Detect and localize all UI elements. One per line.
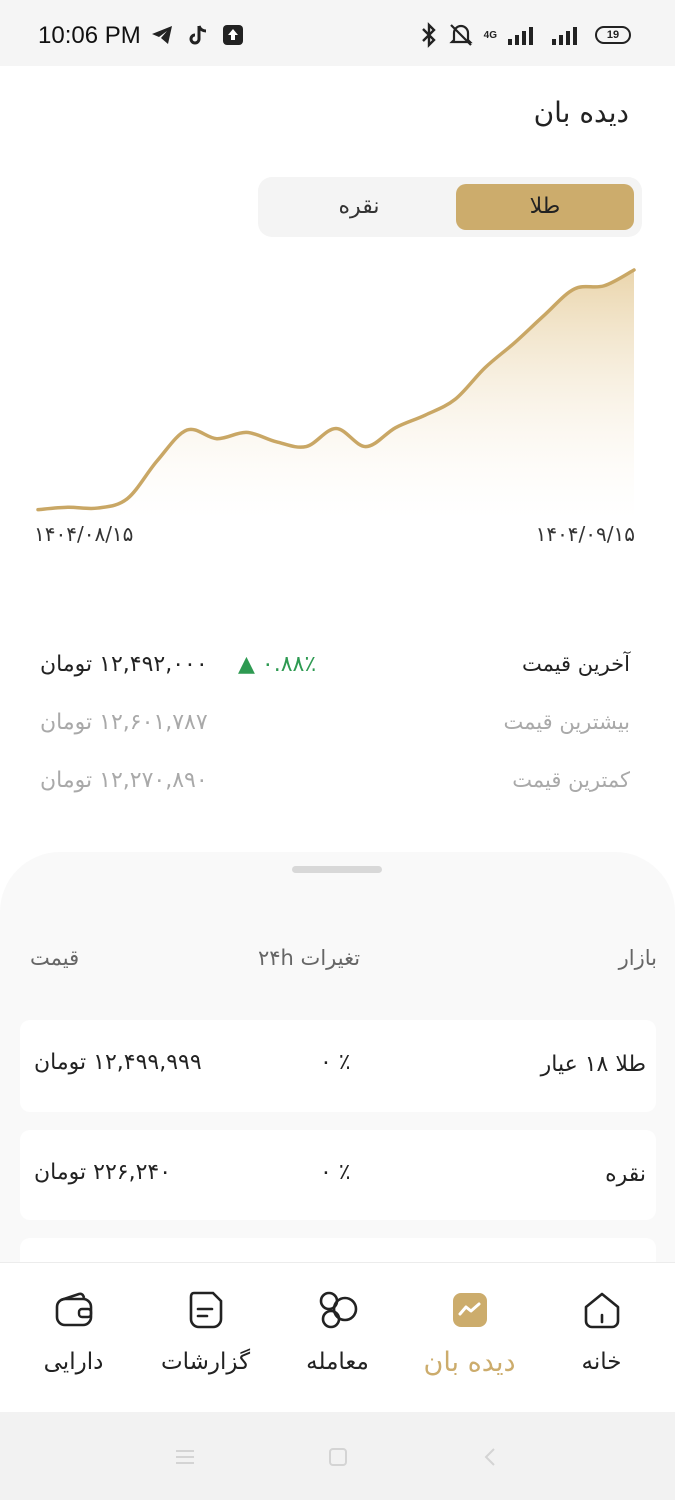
notification-icons [150,24,244,46]
high-price-row: بیشترین قیمت ۱۲,۶۰۱,۷۸۷ تومان [40,710,630,740]
nav-label-reports: گزارشات [160,1349,251,1375]
tab-silver[interactable]: نقره [270,184,448,230]
bottom-nav: دارایی گزارشات معامله دیده بان خانه [0,1262,675,1412]
market-row-name: نقره [605,1162,646,1187]
reports-icon [189,1291,223,1329]
metal-segment-control: نقره طلا [258,177,642,237]
high-price-value: ۱۲,۶۰۱,۷۸۷ تومان [40,710,208,735]
signal-icon [508,27,533,45]
wallet-icon [55,1292,93,1327]
nav-item-watchlist[interactable]: دیده بان [402,1263,537,1413]
sheet-handle[interactable] [292,866,382,873]
low-price-row: کمترین قیمت ۱۲,۲۷۰,۸۹۰ تومان [40,768,630,798]
telegram-icon [152,26,172,44]
tab-gold[interactable]: طلا [456,184,634,230]
low-price-value: ۱۲,۲۷۰,۸۹۰ تومان [40,768,208,793]
chart-end-date: ۱۴۰۴/۰۹/۱۵ [535,522,635,546]
nav-label-wallet: دارایی [43,1349,104,1375]
column-change: تغیرات ۲۴h [258,946,361,970]
nav-item-home[interactable]: خانه [534,1263,669,1413]
signal-icon-2 [552,27,577,45]
low-price-label: کمترین قیمت [512,768,630,792]
last-price-value: ۱۲,۴۹۲,۰۰۰ تومان [40,652,208,677]
nav-label-trade: معامله [306,1349,369,1375]
nav-item-trade[interactable]: معامله [270,1263,405,1413]
battery-icon: 19 [595,26,631,44]
status-bar: 10:06 PM 4G 19 [0,0,675,66]
network-type: 4G [483,29,497,41]
system-icons: 4G 19 [420,22,631,48]
chart-area [38,270,634,520]
recents-icon[interactable] [174,1448,196,1466]
home-icon [584,1292,620,1329]
market-row-gold[interactable]: طلا ۱۸ عیار ۰ ٪ ۱۲,۴۹۹,۹۹۹ تومان [20,1020,656,1112]
nav-item-reports[interactable]: گزارشات [138,1263,273,1413]
nav-label-home: خانه [581,1349,622,1375]
nav-label-watchlist: دیده بان [423,1347,516,1378]
market-row-price: ۱۲,۴۹۹,۹۹۹ تومان [34,1050,202,1075]
watchlist-icon [453,1293,487,1327]
upload-icon [223,25,243,45]
last-price-label: آخرین قیمت [521,652,630,676]
market-sheet: بازار تغیرات ۲۴h قیمت طلا ۱۸ عیار ۰ ٪ ۱۲… [0,852,675,1272]
chart-start-date: ۱۴۰۴/۰۸/۱۵ [34,522,134,546]
last-price-change: ▲ ۰.۸۸٪ [238,652,317,677]
muted-bell-icon [449,24,473,46]
market-row-change: ۰ ٪ [320,1050,351,1075]
nav-item-wallet[interactable]: دارایی [6,1263,141,1413]
price-chart [36,268,636,520]
market-row-silver[interactable]: نقره ۰ ٪ ۲۲۶,۲۴۰ تومان [20,1130,656,1220]
market-row-price: ۲۲۶,۲۴۰ تومان [34,1160,172,1185]
high-price-label: بیشترین قیمت [503,710,630,734]
bluetooth-icon [421,22,436,48]
tiktok-icon [189,25,207,45]
system-nav-bar [0,1412,675,1500]
market-row-change: ۰ ٪ [320,1160,351,1185]
column-market: بازار [618,946,657,970]
status-time: 10:06 PM [38,22,141,49]
home-button-icon[interactable] [328,1447,348,1467]
back-icon[interactable] [482,1447,498,1467]
page-title: دیده بان [533,96,629,129]
last-price-row: آخرین قیمت ▲ ۰.۸۸٪ ۱۲,۴۹۲,۰۰۰ تومان [40,652,630,682]
column-price: قیمت [30,946,80,970]
market-row-name: طلا ۱۸ عیار [540,1052,646,1077]
trade-icon [319,1291,358,1329]
